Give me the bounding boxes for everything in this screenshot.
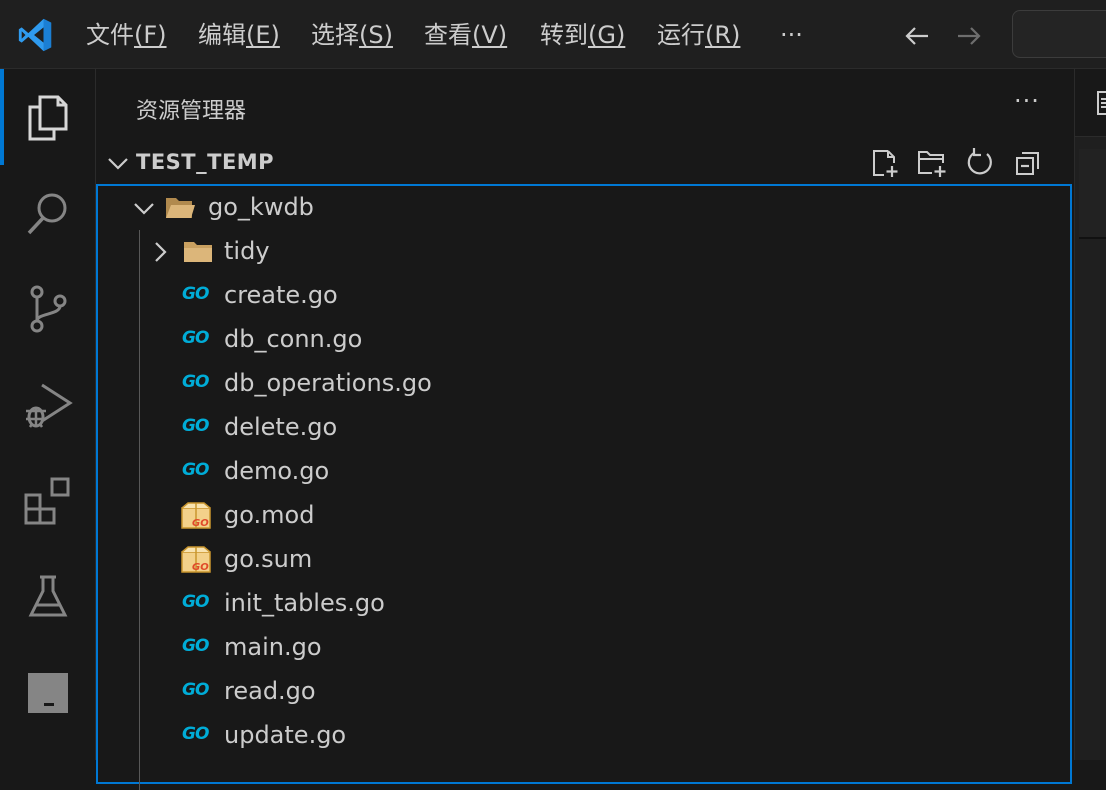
terminal-panel-icon[interactable] [22, 667, 74, 719]
file-label: go.mod [224, 501, 315, 529]
source-control-icon[interactable] [22, 283, 74, 335]
explorer-more-actions-button[interactable]: ··· [1014, 87, 1040, 115]
new-file-icon[interactable] [868, 147, 900, 179]
go-file-icon: GO [182, 680, 209, 700]
tree-file-row[interactable]: GO read.go [98, 670, 1070, 714]
vscode-logo-icon [18, 18, 52, 52]
file-label: init_tables.go [224, 589, 385, 617]
workspace-section-header[interactable]: TEST_TEMP [96, 145, 1074, 181]
tree-file-row[interactable]: GO go.sum [98, 538, 1070, 582]
editor-area [1074, 69, 1106, 760]
file-label: db_conn.go [224, 325, 363, 353]
refresh-icon[interactable] [964, 147, 996, 179]
explorer-title: 资源管理器 [136, 99, 247, 124]
file-label: update.go [224, 721, 347, 749]
go-mod-file-icon: GO [181, 546, 211, 573]
file-tree: go_kwdb tidy GO create.go GO db_conn.go … [96, 184, 1072, 790]
tree-folder-tidy[interactable]: tidy [98, 230, 1070, 274]
go-file-icon: GO [182, 724, 209, 744]
folder-open-icon [166, 198, 195, 218]
command-center-search[interactable] [1012, 10, 1106, 58]
file-label: create.go [224, 281, 338, 309]
title-bar: 文件(F) 编辑(E) 选择(S) 查看(V) 转到(G) 运行(R) ··· [0, 0, 1106, 69]
active-indicator [0, 69, 4, 165]
folder-icon [184, 242, 212, 262]
svg-text:GO: GO [192, 562, 209, 573]
tree-file-row[interactable]: GO init_tables.go [98, 582, 1070, 626]
tree-file-row[interactable]: GO create.go [98, 274, 1070, 318]
testing-flask-icon[interactable] [22, 571, 74, 623]
workspace-title: TEST_TEMP [136, 150, 275, 174]
menu-more-button[interactable]: ··· [780, 19, 803, 51]
file-label: read.go [224, 677, 316, 705]
go-file-icon: GO [182, 284, 209, 304]
chevron-down-icon[interactable] [132, 196, 156, 220]
tree-file-row[interactable]: GO db_operations.go [98, 362, 1070, 406]
explorer-sidebar: 资源管理器 ··· TEST_TEMP go_kwdb tidy GO crea… [96, 69, 1074, 790]
menu-file[interactable]: 文件(F) [86, 19, 167, 51]
folder-label: tidy [224, 237, 270, 265]
menu-view[interactable]: 查看(V) [424, 19, 507, 51]
tree-file-row[interactable]: GO go.mod [98, 494, 1070, 538]
editor-content [1079, 149, 1106, 239]
menu-edit[interactable]: 编辑(E) [198, 19, 280, 51]
menu-run[interactable]: 运行(R) [657, 19, 740, 51]
file-label: delete.go [224, 413, 338, 441]
search-icon[interactable] [22, 187, 74, 239]
collapse-all-icon[interactable] [1012, 147, 1044, 179]
file-label: go.sum [224, 545, 313, 573]
svg-text:GO: GO [192, 518, 209, 529]
folder-label: go_kwdb [208, 193, 314, 221]
tree-file-row[interactable]: GO main.go [98, 626, 1070, 670]
file-label: demo.go [224, 457, 330, 485]
go-file-icon: GO [182, 636, 209, 656]
go-file-icon: GO [182, 372, 209, 392]
chevron-right-icon[interactable] [148, 240, 172, 264]
editor-tab[interactable] [1075, 69, 1106, 137]
new-folder-icon[interactable] [916, 147, 948, 179]
tree-file-row[interactable]: GO db_conn.go [98, 318, 1070, 362]
tree-file-row[interactable]: GO update.go [98, 714, 1070, 758]
chevron-down-icon[interactable] [106, 151, 130, 175]
file-label: main.go [224, 633, 322, 661]
tree-folder-go-kwdb[interactable]: go_kwdb [98, 186, 1070, 230]
go-file-icon: GO [182, 460, 209, 480]
document-icon [1097, 91, 1106, 115]
back-arrow-icon[interactable] [902, 21, 932, 51]
menu-selection[interactable]: 选择(S) [311, 19, 393, 51]
explorer-files-icon[interactable] [22, 91, 74, 143]
go-file-icon: GO [182, 328, 209, 348]
go-file-icon: GO [182, 416, 209, 436]
forward-arrow-icon[interactable] [954, 21, 984, 51]
run-debug-icon[interactable] [22, 379, 74, 431]
menu-go[interactable]: 转到(G) [540, 19, 625, 51]
file-label: db_operations.go [224, 369, 432, 397]
activity-bar [0, 69, 96, 760]
extensions-icon[interactable] [22, 475, 74, 527]
go-mod-file-icon: GO [181, 502, 211, 529]
go-file-icon: GO [182, 592, 209, 612]
tree-file-row[interactable]: GO delete.go [98, 406, 1070, 450]
tree-file-row[interactable]: GO demo.go [98, 450, 1070, 494]
